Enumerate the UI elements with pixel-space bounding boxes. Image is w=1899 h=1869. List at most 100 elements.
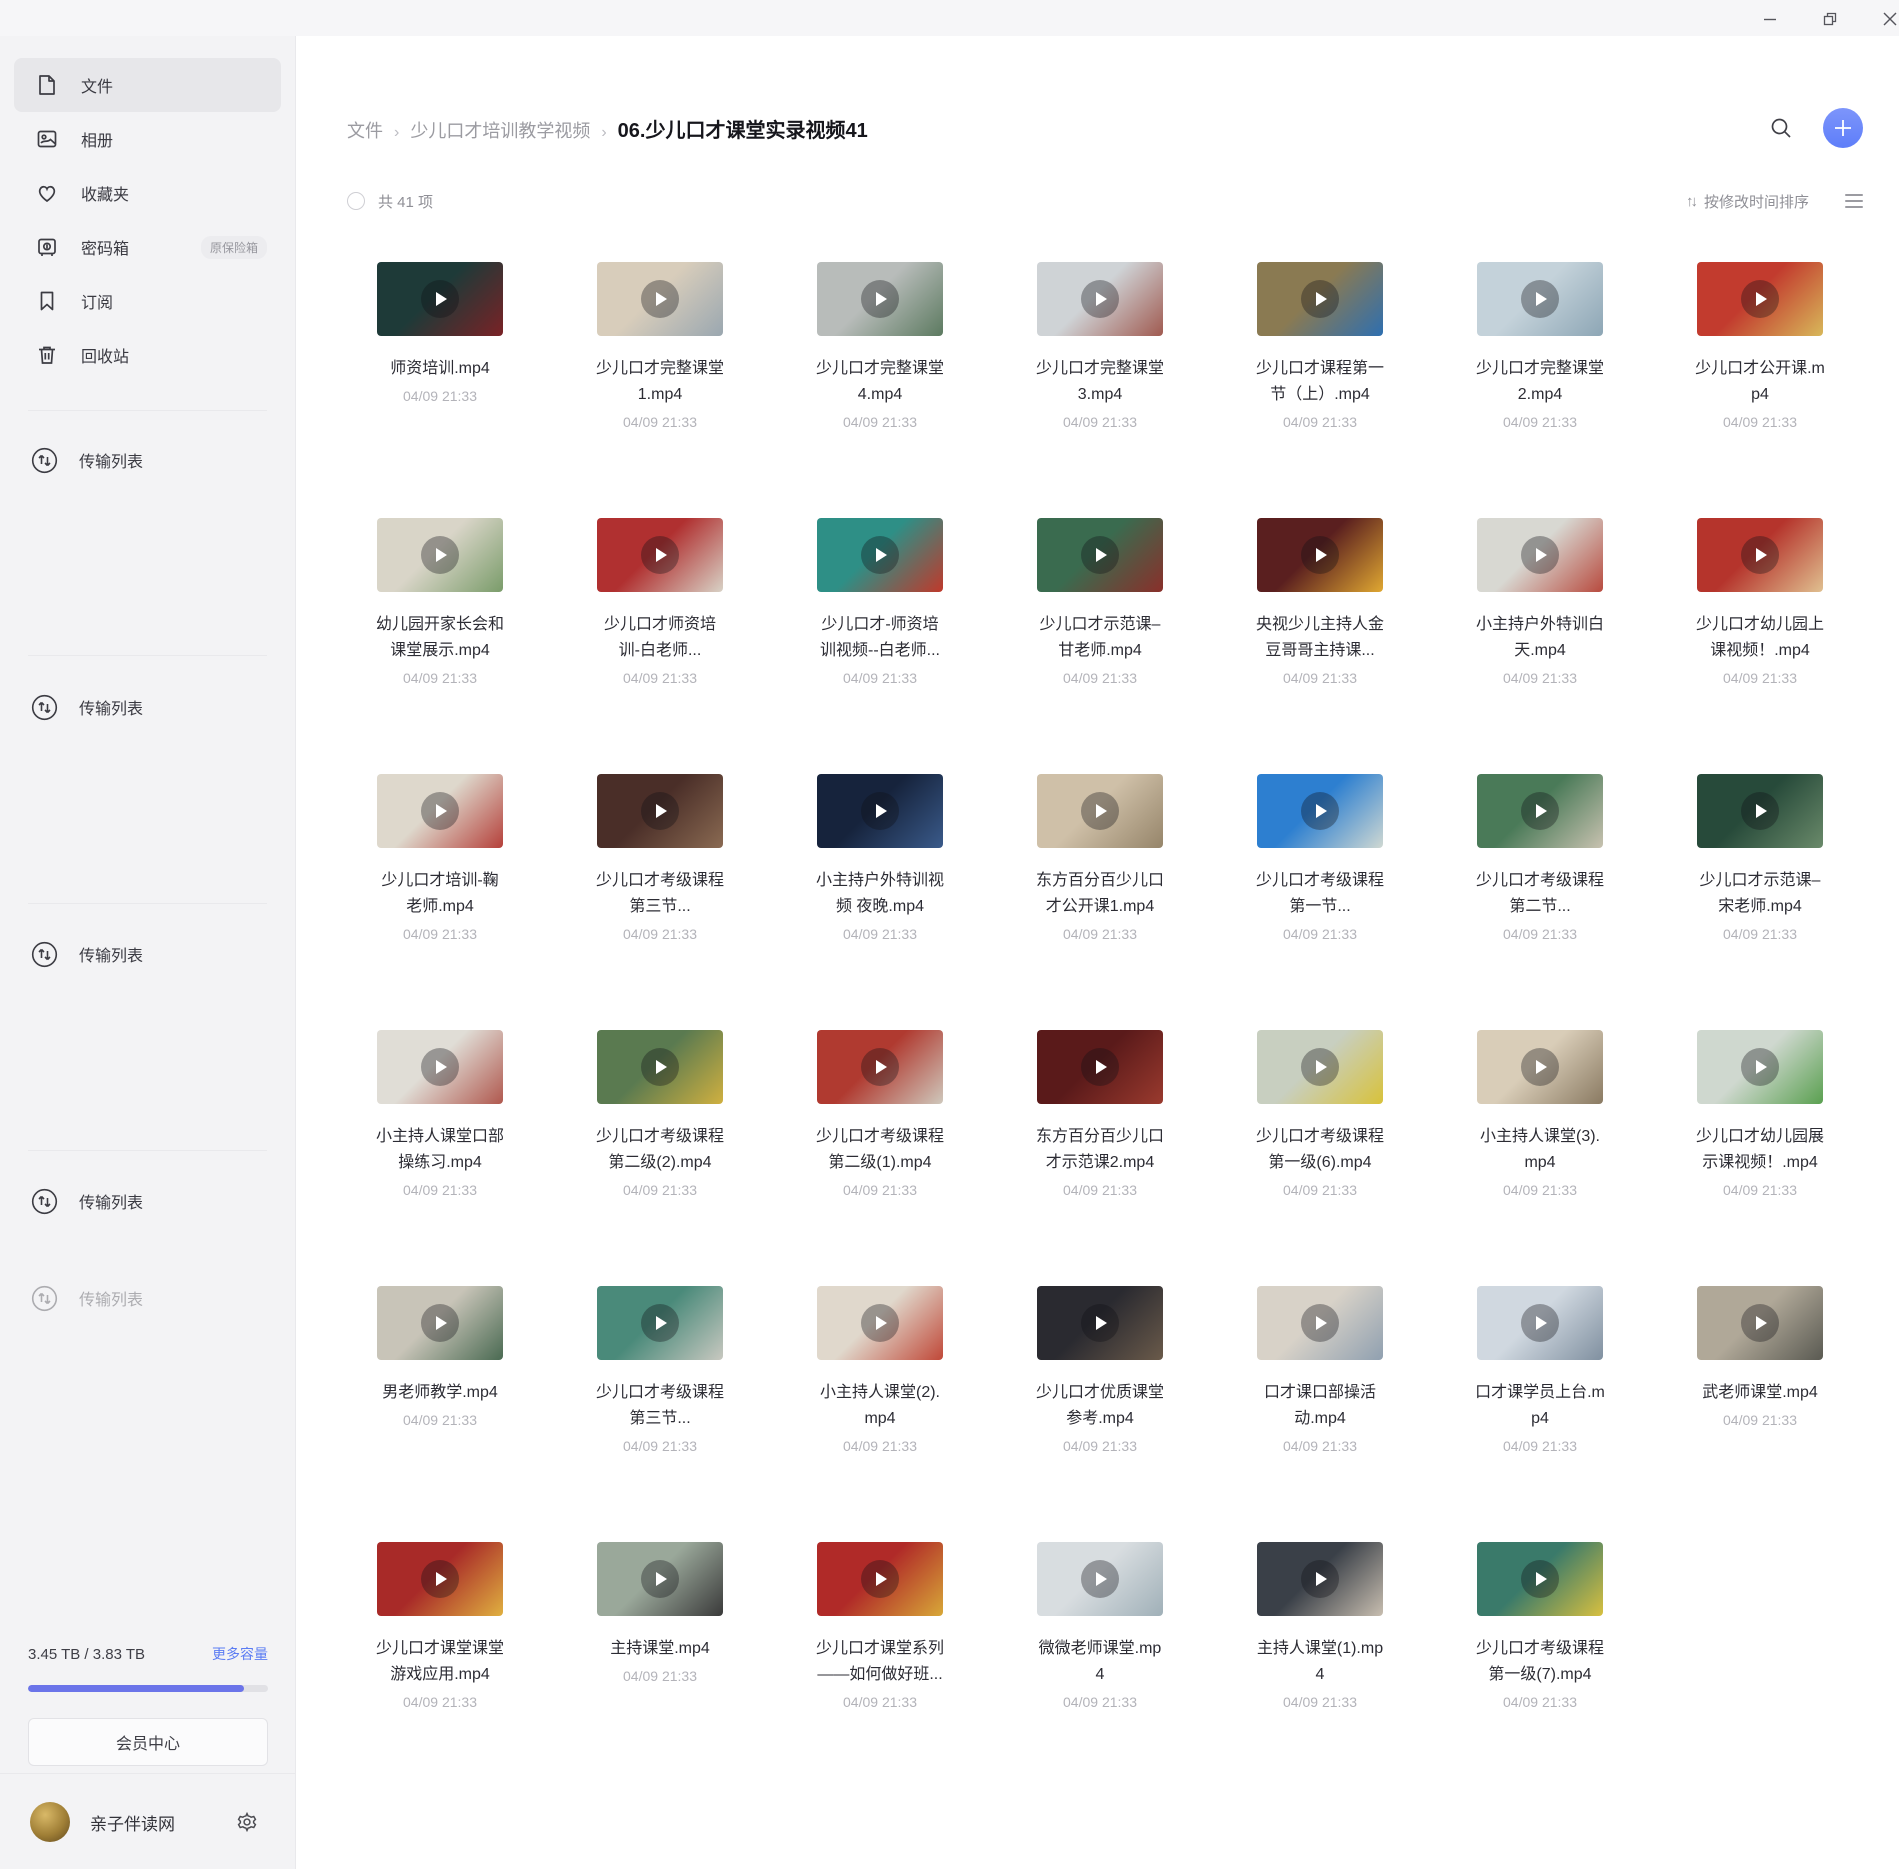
play-icon[interactable]	[1081, 792, 1119, 830]
sidebar-item-favorites[interactable]: 收藏夹	[14, 166, 281, 220]
play-icon[interactable]	[1521, 1560, 1559, 1598]
video-thumbnail[interactable]	[1257, 262, 1383, 336]
video-thumbnail[interactable]	[817, 774, 943, 848]
play-icon[interactable]	[641, 536, 679, 574]
file-card[interactable]: 小主持人课堂口部操练习.mp4 04/09 21:33	[330, 1030, 550, 1286]
sort-button[interactable]: 按修改时间排序	[1704, 191, 1809, 212]
video-thumbnail[interactable]	[1037, 774, 1163, 848]
video-thumbnail[interactable]	[1037, 518, 1163, 592]
file-name[interactable]: 主持课堂.mp4	[595, 1636, 725, 1662]
add-button[interactable]	[1823, 108, 1863, 148]
video-thumbnail[interactable]	[1257, 518, 1383, 592]
file-name[interactable]: 师资培训.mp4	[375, 356, 505, 382]
play-icon[interactable]	[861, 1304, 899, 1342]
video-thumbnail[interactable]	[1477, 774, 1603, 848]
play-icon[interactable]	[1741, 1048, 1779, 1086]
play-icon[interactable]	[641, 280, 679, 318]
video-thumbnail[interactable]	[1257, 774, 1383, 848]
video-thumbnail[interactable]	[1477, 1286, 1603, 1360]
close-icon[interactable]	[1877, 6, 1899, 32]
file-name[interactable]: 少儿口才示范课–甘老师.mp4	[1035, 612, 1165, 664]
play-icon[interactable]	[641, 1304, 679, 1342]
avatar[interactable]	[30, 1802, 70, 1842]
file-name[interactable]: 少儿口才考级课程第三节...	[595, 868, 725, 920]
file-name[interactable]: 少儿口才完整课堂1.mp4	[595, 356, 725, 408]
video-thumbnail[interactable]	[377, 1286, 503, 1360]
file-card[interactable]: 师资培训.mp4 04/09 21:33	[330, 262, 550, 518]
file-name[interactable]: 少儿口才考级课程第二级(2).mp4	[595, 1124, 725, 1176]
play-icon[interactable]	[641, 1048, 679, 1086]
file-card[interactable]: 少儿口才师资培训-白老师... 04/09 21:33	[550, 518, 770, 774]
play-icon[interactable]	[861, 536, 899, 574]
file-card[interactable]: 口才课学员上台.mp4 04/09 21:33	[1430, 1286, 1650, 1542]
file-card[interactable]: 东方百分百少儿口才公开课1.mp4 04/09 21:33	[990, 774, 1210, 1030]
play-icon[interactable]	[641, 1560, 679, 1598]
file-name[interactable]: 少儿口才幼儿园上课视频！.mp4	[1695, 612, 1825, 664]
video-thumbnail[interactable]	[1477, 262, 1603, 336]
play-icon[interactable]	[1301, 1048, 1339, 1086]
sidebar-item-transfer-list-4[interactable]: 传输列表	[0, 1174, 295, 1228]
video-thumbnail[interactable]	[817, 1286, 943, 1360]
video-thumbnail[interactable]	[377, 262, 503, 336]
file-card[interactable]: 口才课口部操活动.mp4 04/09 21:33	[1210, 1286, 1430, 1542]
file-card[interactable]: 幼儿园开家长会和课堂展示.mp4 04/09 21:33	[330, 518, 550, 774]
file-name[interactable]: 微微老师课堂.mp4	[1035, 1636, 1165, 1688]
file-card[interactable]: 少儿口才示范课–宋老师.mp4 04/09 21:33	[1650, 774, 1870, 1030]
video-thumbnail[interactable]	[817, 1542, 943, 1616]
file-name[interactable]: 东方百分百少儿口才示范课2.mp4	[1035, 1124, 1165, 1176]
file-name[interactable]: 小主持人课堂(2).mp4	[815, 1380, 945, 1432]
file-card[interactable]: 少儿口才考级课程第二级(1).mp4 04/09 21:33	[770, 1030, 990, 1286]
video-thumbnail[interactable]	[597, 774, 723, 848]
search-icon[interactable]	[1769, 116, 1793, 140]
sidebar-item-recycle-bin[interactable]: 回收站	[14, 328, 281, 382]
play-icon[interactable]	[1741, 1304, 1779, 1342]
file-name[interactable]: 少儿口才优质课堂参考.mp4	[1035, 1380, 1165, 1432]
video-thumbnail[interactable]	[597, 1542, 723, 1616]
video-thumbnail[interactable]	[1257, 1542, 1383, 1616]
video-thumbnail[interactable]	[377, 1542, 503, 1616]
file-card[interactable]: 少儿口才培训-鞠老师.mp4 04/09 21:33	[330, 774, 550, 1030]
file-card[interactable]: 小主持人课堂(2).mp4 04/09 21:33	[770, 1286, 990, 1542]
video-thumbnail[interactable]	[1037, 1030, 1163, 1104]
play-icon[interactable]	[1301, 536, 1339, 574]
play-icon[interactable]	[1081, 1048, 1119, 1086]
file-name[interactable]: 少儿口才考级课程第一级(7).mp4	[1475, 1636, 1605, 1688]
sidebar-item-subscriptions[interactable]: 订阅	[14, 274, 281, 328]
file-name[interactable]: 少儿口才完整课堂2.mp4	[1475, 356, 1605, 408]
file-card[interactable]: 微微老师课堂.mp4 04/09 21:33	[990, 1542, 1210, 1798]
file-name[interactable]: 男老师教学.mp4	[375, 1380, 505, 1406]
select-all-checkbox[interactable]	[347, 192, 365, 210]
file-card[interactable]: 少儿口才考级课程第二级(2).mp4 04/09 21:33	[550, 1030, 770, 1286]
breadcrumb-folder[interactable]: 少儿口才培训教学视频	[410, 117, 590, 143]
file-card[interactable]: 少儿口才示范课–甘老师.mp4 04/09 21:33	[990, 518, 1210, 774]
video-thumbnail[interactable]	[377, 1030, 503, 1104]
file-name[interactable]: 少儿口才考级课程第一级(6).mp4	[1255, 1124, 1385, 1176]
play-icon[interactable]	[421, 536, 459, 574]
file-card[interactable]: 少儿口才完整课堂1.mp4 04/09 21:33	[550, 262, 770, 518]
view-toggle-icon[interactable]	[1845, 194, 1863, 208]
file-name[interactable]: 少儿口才课堂课堂游戏应用.mp4	[375, 1636, 505, 1688]
file-card[interactable]: 少儿口才幼儿园展示课视频！.mp4 04/09 21:33	[1650, 1030, 1870, 1286]
sidebar-item-transfer-list-3[interactable]: 传输列表	[0, 927, 295, 981]
minimize-icon[interactable]	[1757, 6, 1783, 32]
file-card[interactable]: 少儿口才-师资培训视频--白老师... 04/09 21:33	[770, 518, 990, 774]
file-card[interactable]: 小主持户外特训视频 夜晚.mp4 04/09 21:33	[770, 774, 990, 1030]
play-icon[interactable]	[1301, 280, 1339, 318]
play-icon[interactable]	[641, 792, 679, 830]
video-thumbnail[interactable]	[1697, 262, 1823, 336]
sidebar-item-albums[interactable]: 相册	[14, 112, 281, 166]
play-icon[interactable]	[1521, 1048, 1559, 1086]
file-card[interactable]: 小主持人课堂(3).mp4 04/09 21:33	[1430, 1030, 1650, 1286]
more-capacity-link[interactable]: 更多容量	[212, 1644, 268, 1664]
video-thumbnail[interactable]	[1477, 518, 1603, 592]
file-card[interactable]: 少儿口才考级课程第一节... 04/09 21:33	[1210, 774, 1430, 1030]
file-card[interactable]: 少儿口才考级课程第三节... 04/09 21:33	[550, 774, 770, 1030]
play-icon[interactable]	[1081, 1304, 1119, 1342]
file-name[interactable]: 少儿口才课堂系列——如何做好班...	[815, 1636, 945, 1688]
video-thumbnail[interactable]	[1697, 1030, 1823, 1104]
file-name[interactable]: 少儿口才-师资培训视频--白老师...	[815, 612, 945, 664]
video-thumbnail[interactable]	[377, 518, 503, 592]
play-icon[interactable]	[1301, 1304, 1339, 1342]
file-name[interactable]: 口才课学员上台.mp4	[1475, 1380, 1605, 1432]
sidebar-item-files[interactable]: 文件	[14, 58, 281, 112]
